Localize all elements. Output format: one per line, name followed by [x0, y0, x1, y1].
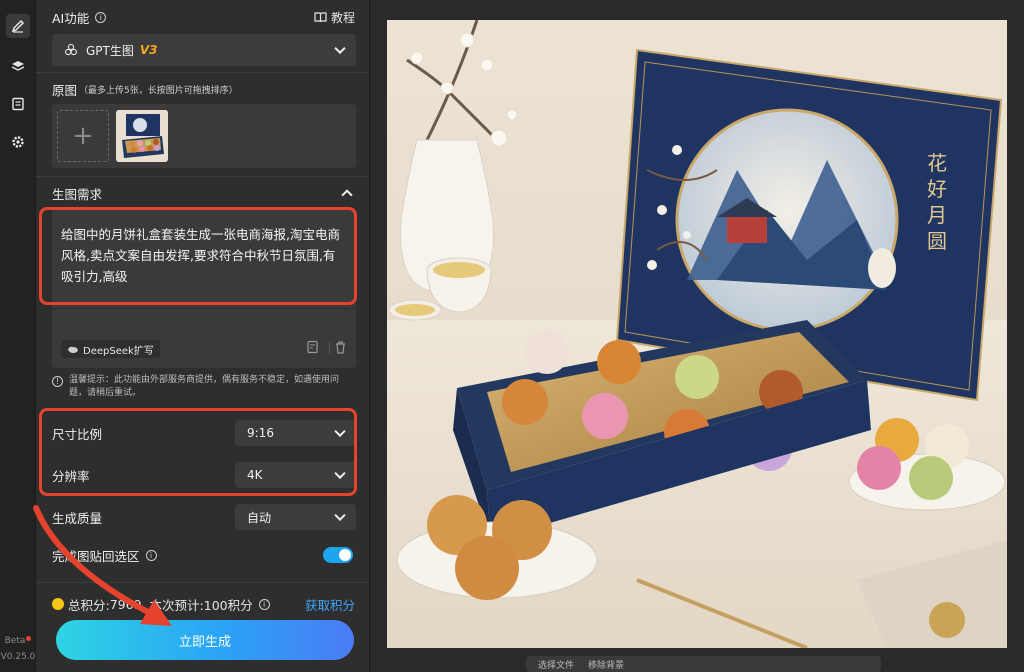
service-notice: ! 温馨提示：此功能由外部服务商提供，偶有服务不稳定，如遇使用问题，请稍后重试。 — [52, 374, 356, 400]
openai-logo-icon — [65, 43, 77, 56]
get-credits-link[interactable]: 获取积分 — [305, 595, 355, 614]
prompt-history-icon[interactable] — [306, 340, 320, 357]
select-file-button[interactable]: 选择文件 — [538, 658, 574, 671]
remove-bg-button[interactable]: 移除背景 — [588, 658, 624, 671]
layers-icon[interactable] — [6, 54, 30, 78]
gear-icon[interactable] — [6, 130, 30, 154]
ai-function-panel: AI功能 i 教程 GPT生图 V3 原图 （最多上传5张，长按图片可拖拽排序）… — [33, 0, 370, 672]
document-icon[interactable] — [6, 92, 30, 116]
mooncake-thumbnail-image — [116, 110, 168, 162]
paste-back-toggle[interactable] — [323, 547, 353, 563]
panel-title: AI功能 — [52, 10, 90, 26]
version-label: V0.25.0 — [0, 652, 36, 662]
canvas-area: 花好月圆 选择文件 移除背景 — [370, 0, 1024, 672]
source-image-header: 原图 （最多上传5张，长按图片可拖拽排序） — [52, 80, 355, 98]
deepseek-expand-button[interactable]: DeepSeek扩写 — [61, 340, 160, 358]
prompt-highlight-box — [39, 207, 357, 305]
settings-highlight-box — [39, 408, 357, 496]
source-label: 原图 — [52, 82, 78, 98]
source-thumbnail[interactable] — [116, 110, 168, 162]
add-image-button[interactable]: + — [57, 110, 109, 162]
tutorial-link[interactable]: 教程 — [314, 9, 355, 26]
chevron-up-icon[interactable] — [341, 189, 353, 201]
annotation-arrow — [33, 505, 172, 626]
canvas-bottom-toolbar: 选择文件 移除背景 — [526, 656, 881, 672]
source-hint: （最多上传5张，长按图片可拖拽排序） — [79, 85, 238, 96]
model-version: V3 — [139, 43, 158, 57]
chevron-down-icon — [334, 509, 346, 522]
plus-icon: + — [72, 121, 94, 151]
prompt-section-label: 生图需求 — [52, 186, 103, 202]
book-icon — [314, 11, 327, 22]
chevron-down-icon — [334, 42, 346, 55]
model-name: GPT生图 — [86, 43, 134, 58]
edit-pen-icon[interactable] — [6, 14, 30, 38]
notice-info-icon: ! — [52, 376, 63, 387]
model-select[interactable]: GPT生图 V3 — [52, 34, 356, 66]
whale-icon — [68, 346, 78, 353]
info-icon[interactable]: i — [258, 598, 270, 610]
source-image-area: + — [52, 104, 356, 168]
quality-select[interactable]: 自动 — [235, 504, 356, 530]
trash-icon[interactable] — [334, 340, 347, 357]
prompt-section-header[interactable]: 生图需求 — [52, 184, 355, 202]
mooncake-product-photo[interactable]: 花好月圆 — [387, 20, 1007, 648]
panel-header: AI功能 i 教程 — [52, 8, 355, 26]
info-icon[interactable]: i — [95, 11, 107, 23]
